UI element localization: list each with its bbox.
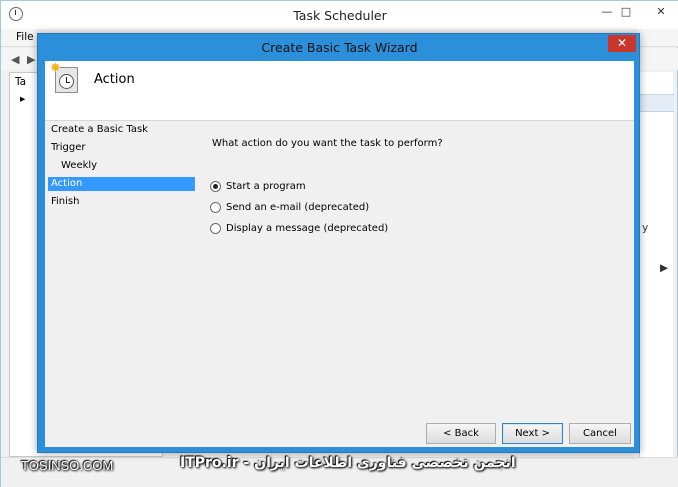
step-finish[interactable]: Finish bbox=[48, 195, 195, 209]
radio-send-email[interactable] bbox=[210, 202, 221, 213]
actions-pane-fragment: y bbox=[642, 222, 649, 234]
close-icon[interactable]: ✕ bbox=[608, 35, 636, 52]
cancel-button[interactable]: Cancel bbox=[569, 423, 631, 444]
task-scheduler-title: Task Scheduler bbox=[293, 8, 387, 23]
menu-file[interactable]: File bbox=[16, 31, 34, 43]
step-trigger[interactable]: Trigger bbox=[48, 141, 195, 155]
next-button[interactable]: Next > bbox=[502, 423, 563, 444]
create-basic-task-wizard: Create Basic Task Wizard ✕ ✸ Action Crea… bbox=[37, 33, 640, 453]
maximize-icon[interactable]: □ bbox=[614, 3, 638, 21]
forward-arrow-icon[interactable]: ▶ bbox=[27, 53, 35, 66]
label-display-message[interactable]: Display a message (deprecated) bbox=[226, 222, 388, 236]
watermark-left: TOSINSO.COM bbox=[21, 458, 114, 473]
watermark-right: انجمن تخصصی فناوری اطلاعات ایران - ITPro… bbox=[180, 455, 516, 471]
submenu-arrow-icon[interactable]: ▶ bbox=[660, 262, 668, 274]
tree-item-task-scheduler[interactable]: Ta bbox=[15, 76, 26, 88]
star-icon: ✸ bbox=[50, 61, 61, 76]
step-create-basic-task[interactable]: Create a Basic Task bbox=[48, 123, 195, 137]
step-weekly[interactable]: Weekly bbox=[48, 159, 195, 173]
tree-expand-icon[interactable]: ▸ bbox=[20, 93, 25, 105]
step-action[interactable]: Action bbox=[48, 177, 195, 191]
label-send-email[interactable]: Send an e-mail (deprecated) bbox=[226, 201, 369, 215]
wizard-header: ✸ Action bbox=[45, 61, 634, 121]
wizard-title: Create Basic Task Wizard bbox=[261, 40, 418, 55]
close-icon[interactable]: ✕ bbox=[649, 3, 673, 21]
wizard-steps: Create a Basic Task Trigger Weekly Actio… bbox=[45, 121, 205, 447]
page-title: Action bbox=[94, 72, 135, 87]
task-scheduler-titlebar: Task Scheduler — □ ✕ bbox=[1, 1, 678, 29]
radio-display-message[interactable] bbox=[210, 223, 221, 234]
actions-pane-header bbox=[640, 94, 674, 112]
wizard-task-icon: ✸ bbox=[50, 62, 78, 93]
action-question: What action do you want the task to perf… bbox=[212, 138, 443, 149]
back-button[interactable]: < Back bbox=[426, 423, 496, 444]
label-start-program[interactable]: Start a program bbox=[226, 180, 306, 194]
actions-pane: y ▶ bbox=[639, 72, 674, 457]
radio-start-program[interactable] bbox=[210, 181, 221, 192]
wizard-client-area: ✸ Action Create a Basic Task Trigger Wee… bbox=[45, 61, 634, 447]
back-arrow-icon[interactable]: ◀ bbox=[11, 53, 19, 66]
